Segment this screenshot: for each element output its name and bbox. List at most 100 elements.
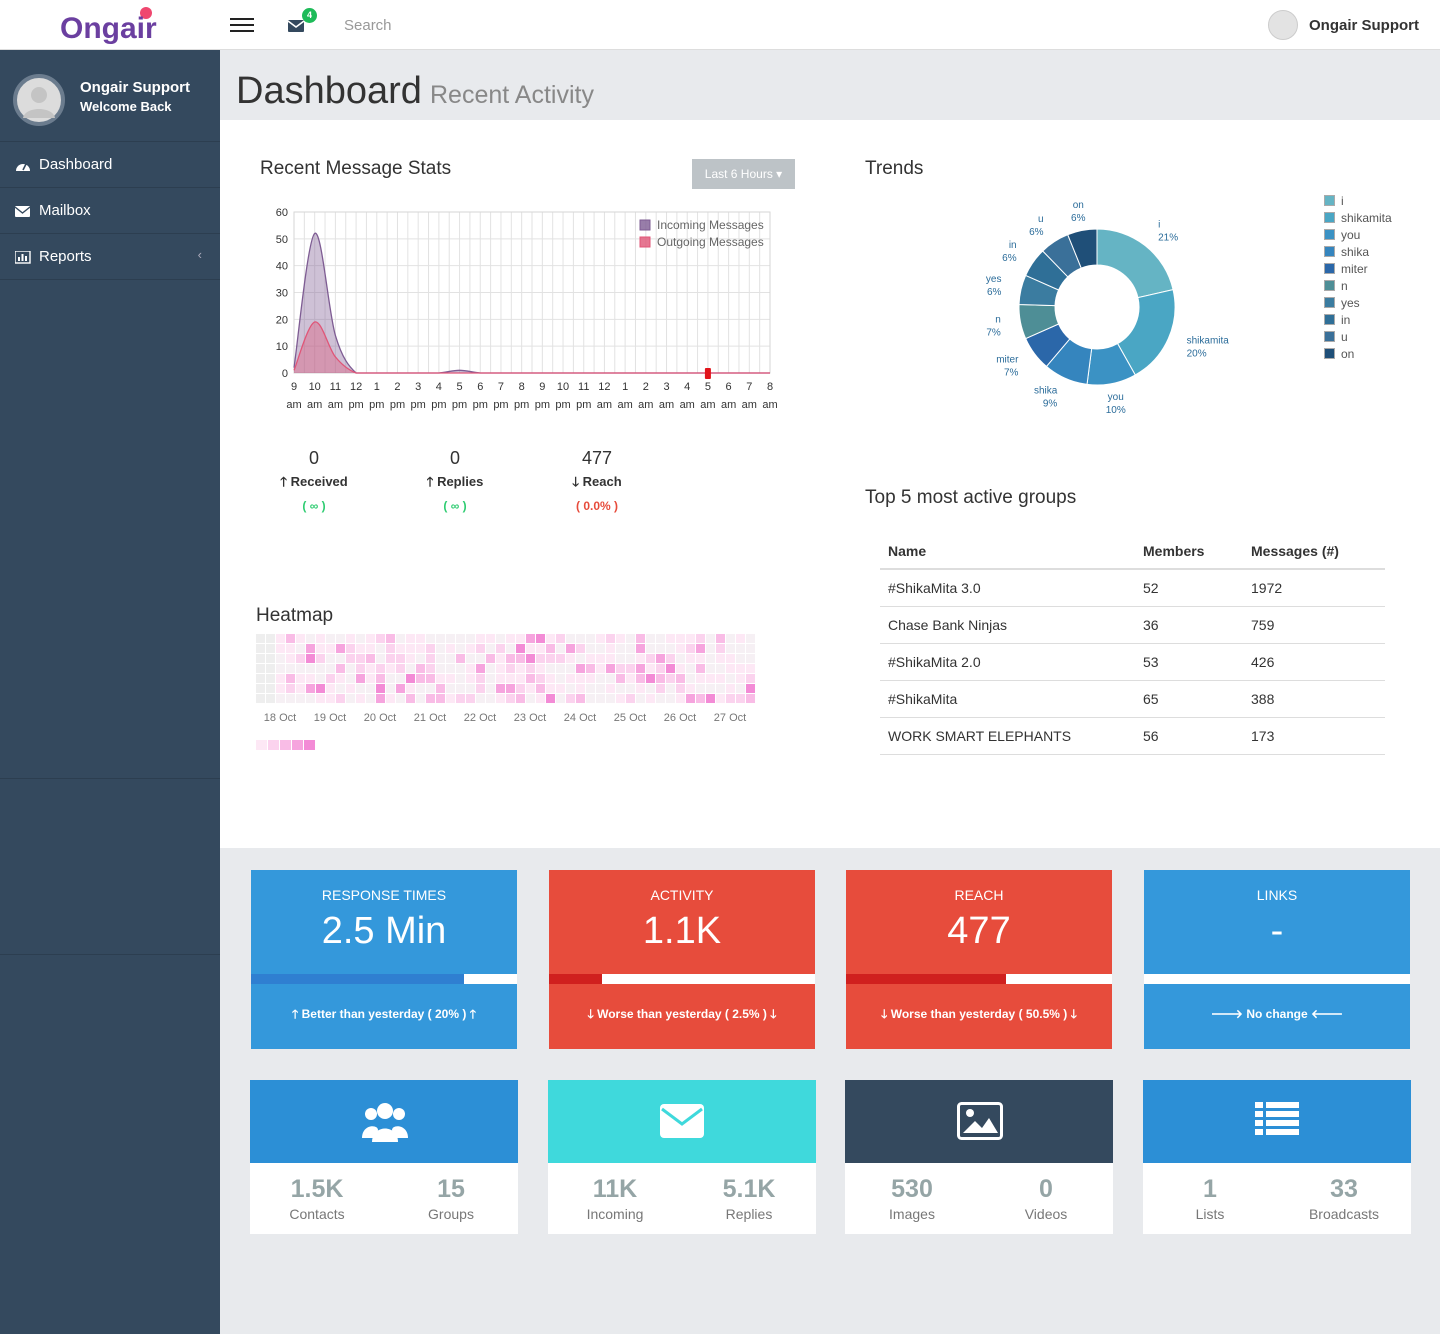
- table-row[interactable]: WORK SMART ELEPHANTS 56 173: [880, 717, 1385, 755]
- heatmap-cell: [276, 684, 285, 693]
- tile-activity[interactable]: ACTIVITY 1.1K 🡓 Worse than yesterday ( 2…: [549, 870, 815, 1049]
- heatmap-cell: [746, 694, 755, 703]
- heatmap-cell: [586, 674, 595, 683]
- table-row[interactable]: #ShikaMita 65 388: [880, 680, 1385, 718]
- heatmap-cell: [726, 674, 735, 683]
- sidebar-item-mailbox[interactable]: Mailbox: [0, 188, 220, 234]
- heatmap-day-label: 26 Oct: [664, 712, 696, 724]
- tile-progress-fill: [846, 974, 1006, 984]
- heatmap-cell: [386, 644, 395, 653]
- heatmap-cell: [296, 664, 305, 673]
- heatmap-cell: [506, 674, 515, 683]
- mail-notification-button[interactable]: 4: [286, 8, 322, 38]
- heatmap-cell: [476, 654, 485, 663]
- heatmap-cell: [576, 684, 585, 693]
- slice-percent-label: 9%: [1043, 399, 1058, 410]
- heatmap-cell: [416, 694, 425, 703]
- legend-swatch: [639, 236, 651, 248]
- ongair-logo[interactable]: Ongair: [58, 4, 168, 46]
- tile-progress-bar: [1144, 974, 1410, 984]
- tile-value: 477: [947, 910, 1011, 952]
- user-menu[interactable]: Ongair Support: [1268, 10, 1428, 40]
- message-stats-chart: 01020304050609am10am11am12pm1pm2pm3pm4pm…: [276, 207, 778, 411]
- heatmap-cell: [366, 694, 375, 703]
- heatmap-cell: [326, 674, 335, 683]
- arrow-down-icon: 🡓: [881, 1007, 888, 1021]
- legend-label: Outgoing Messages: [657, 235, 764, 249]
- x-tick-label: 9: [291, 381, 297, 393]
- card-incoming-replies[interactable]: 11K Incoming 5.1K Replies: [548, 1080, 816, 1234]
- heatmap-cell: [476, 644, 485, 653]
- heatmap-cell: [546, 644, 555, 653]
- tile-progress-fill: [251, 974, 464, 984]
- slice-label: shika: [1034, 386, 1058, 397]
- column-header: Messages (#): [1243, 534, 1385, 570]
- legend-label: in: [1341, 313, 1351, 327]
- chevron-left-icon: ‹: [197, 247, 202, 262]
- x-tick-label: pm: [390, 399, 405, 411]
- table-row[interactable]: Chase Bank Ninjas 36 759: [880, 606, 1385, 644]
- table-row[interactable]: #ShikaMita 3.0 52 1972: [880, 569, 1385, 607]
- heatmap-cell: [276, 674, 285, 683]
- heatmap-cell: [676, 694, 685, 703]
- heatmap-cell: [486, 684, 495, 693]
- heatmap-cell: [556, 684, 565, 693]
- heatmap-cell: [416, 654, 425, 663]
- group-name: WORK SMART ELEPHANTS: [880, 717, 1135, 755]
- heatmap-cell: [656, 684, 665, 693]
- arrow-left-icon: 🡐: [1311, 1007, 1344, 1021]
- heatmap-cell: [646, 634, 655, 643]
- x-tick-label: am: [286, 399, 301, 411]
- time-range-dropdown[interactable]: Last 6 Hours ▾: [692, 159, 795, 189]
- card-images-videos[interactable]: 530 Images 0 Videos: [845, 1080, 1113, 1234]
- heatmap-cell: [376, 674, 385, 683]
- tile-links[interactable]: LINKS - 🡒 No change 🡐: [1144, 870, 1410, 1049]
- heatmap-cell: [486, 664, 495, 673]
- heatmap-cell: [376, 634, 385, 643]
- heatmap-cell: [416, 684, 425, 693]
- sidebar-item-dashboard[interactable]: Dashboard: [0, 142, 220, 188]
- heatmap-cell: [396, 654, 405, 663]
- heatmap-cell: [426, 634, 435, 643]
- card-lists-broadcasts[interactable]: 1 Lists 33 Broadcasts: [1143, 1080, 1411, 1234]
- heatmap-cell: [256, 694, 265, 703]
- heatmap-cell: [306, 654, 315, 663]
- heatmap-cell: [296, 644, 305, 653]
- heatmap-cell: [566, 654, 575, 663]
- heatmap-cell: [536, 654, 545, 663]
- legend-swatch: [1324, 212, 1335, 223]
- heatmap-cell: [366, 664, 375, 673]
- heatmap-cell: [526, 654, 535, 663]
- heatmap-cell: [546, 664, 555, 673]
- tile-title: RESPONSE TIMES: [321, 887, 447, 903]
- heatmap-cell: [536, 684, 545, 693]
- x-tick-label: 3: [415, 381, 421, 393]
- tile-response-times[interactable]: RESPONSE TIMES 2.5 Min 🡑 Better than yes…: [251, 870, 517, 1049]
- heatmap-cell: [726, 654, 735, 663]
- heatmap-cell: [446, 674, 455, 683]
- table-row[interactable]: #ShikaMita 2.0 53 426: [880, 643, 1385, 681]
- users-icon: [362, 1103, 408, 1142]
- heatmap-cell: [606, 684, 615, 693]
- heatmap-cell: [586, 694, 595, 703]
- heatmap-cell: [696, 654, 705, 663]
- sidebar-divider: [0, 778, 220, 779]
- legend-label: u: [1341, 330, 1348, 344]
- sidebar-item-label: Dashboard: [39, 156, 113, 173]
- tile-reach[interactable]: REACH 477 🡓 Worse than yesterday ( 50.5%…: [846, 870, 1112, 1049]
- hamburger-menu-icon[interactable]: [230, 14, 254, 36]
- legend-item: in: [1324, 313, 1434, 330]
- heatmap-cell: [496, 654, 505, 663]
- search-input[interactable]: [344, 14, 544, 36]
- slice-label: shikamita: [1187, 336, 1230, 347]
- heatmap-cell: [736, 684, 745, 693]
- legend-label: yes: [1341, 296, 1360, 310]
- sidebar-item-reports[interactable]: Reports ‹: [0, 234, 220, 280]
- heatmap-cell: [576, 644, 585, 653]
- x-tick-label: am: [328, 399, 343, 411]
- heatmap-cell: [656, 674, 665, 683]
- sidebar-user-panel: Ongair Support Welcome Back: [0, 50, 220, 142]
- heatmap-cell: [256, 664, 265, 673]
- heatmap-cell: [466, 664, 475, 673]
- card-contacts-groups[interactable]: 1.5K Contacts 15 Groups: [250, 1080, 518, 1234]
